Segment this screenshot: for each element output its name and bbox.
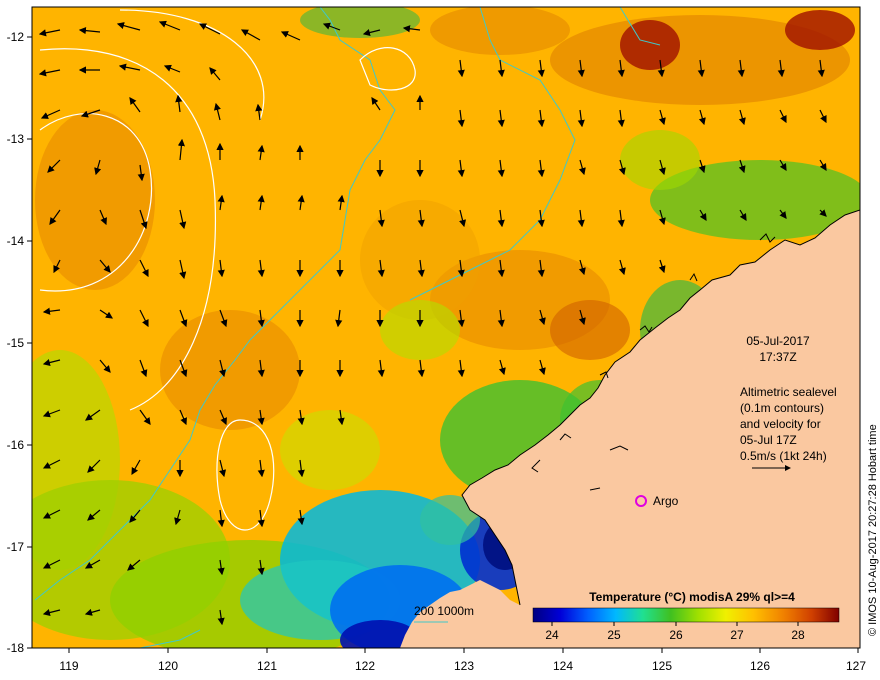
- lon-tick-labels: 119 120 121 122 123 124 125 126 127: [59, 659, 866, 673]
- lat-tick-16: -16: [7, 438, 25, 452]
- lon-tick-120: 120: [158, 659, 178, 673]
- lon-tick-126: 126: [750, 659, 770, 673]
- colorbar-tick-24: 24: [545, 628, 559, 642]
- altimetry-line-4: 05-Jul 17Z: [740, 433, 797, 447]
- lat-tick-labels: -12 -13 -14 -15 -16 -17 -18: [7, 30, 25, 655]
- lon-tick-119: 119: [59, 659, 78, 673]
- lat-tick-17: -17: [7, 540, 25, 554]
- lat-tick-13: -13: [7, 132, 25, 146]
- imos-credit: © IMOS 10-Aug-2017 20:27:28 Hobart time: [867, 424, 879, 636]
- lon-tick-121: 121: [257, 659, 277, 673]
- sst-map: 119 120 121 122 123 124 125 126 127 -12 …: [7, 6, 879, 673]
- plot-area: [32, 7, 860, 648]
- colorbar-tick-27: 27: [730, 628, 744, 642]
- colorbar-title: Temperature (°C) modisA 29% ql>=4: [589, 590, 795, 604]
- lon-tick-123: 123: [454, 659, 474, 673]
- time-label: 17:37Z: [759, 350, 796, 364]
- altimetry-line-3: and velocity for: [740, 417, 821, 431]
- lon-tick-124: 124: [553, 659, 573, 673]
- colorbar-gradient: [532, 607, 840, 623]
- lon-tick-127: 127: [846, 659, 866, 673]
- lat-tick-18: -18: [7, 641, 25, 655]
- altimetry-line-5: 0.5m/s (1kt 24h): [740, 449, 827, 463]
- lat-tick-12: -12: [7, 30, 25, 44]
- lat-tick-15: -15: [7, 336, 25, 350]
- lat-tick-14: -14: [7, 234, 25, 248]
- argo-label: Argo: [653, 494, 679, 508]
- colorbar-tick-28: 28: [791, 628, 805, 642]
- date-label: 05-Jul-2017: [746, 334, 810, 348]
- colorbar-tick-25: 25: [607, 628, 621, 642]
- colorbar-tick-26: 26: [669, 628, 683, 642]
- altimetry-line-1: Altimetric sealevel: [740, 385, 837, 399]
- altimetry-line-2: (0.1m contours): [740, 401, 824, 415]
- bathy-label: 200 1000m: [414, 604, 474, 618]
- lon-tick-125: 125: [652, 659, 672, 673]
- lon-tick-122: 122: [355, 659, 375, 673]
